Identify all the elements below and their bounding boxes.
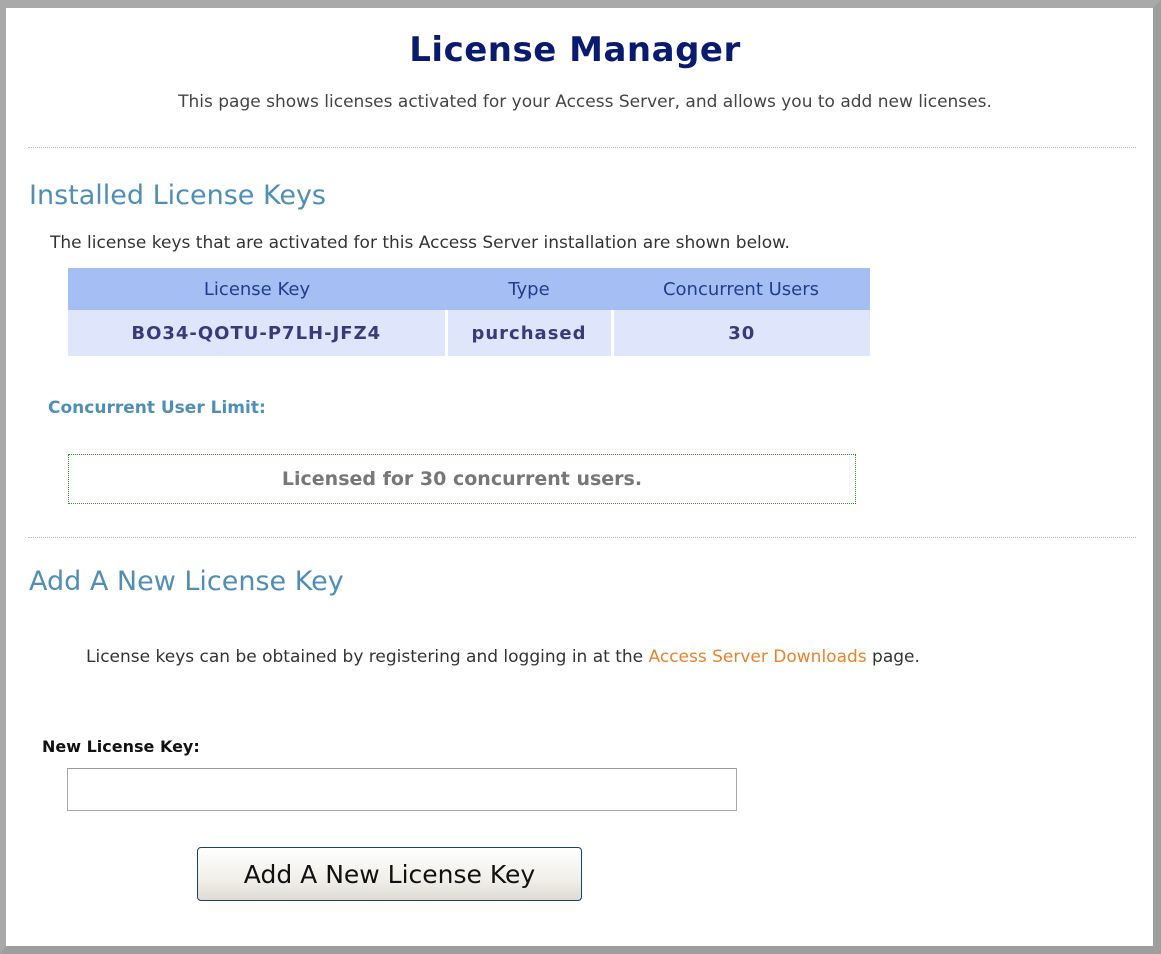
column-header-type: Type <box>446 268 612 310</box>
page-subtitle: This page shows licenses activated for y… <box>178 92 992 112</box>
concurrent-user-limit-label: Concurrent User Limit: <box>48 398 266 418</box>
column-header-concurrent-users: Concurrent Users <box>612 268 870 310</box>
add-key-description-text: License keys can be obtained by register… <box>86 647 649 667</box>
add-key-heading: Add A New License Key <box>29 566 344 597</box>
column-header-license-key: License Key <box>68 268 446 310</box>
new-license-key-input[interactable] <box>67 768 737 811</box>
divider <box>28 537 1136 538</box>
concurrent-user-limit-box: Licensed for 30 concurrent users. <box>68 454 856 504</box>
license-type-cell: purchased <box>444 310 612 356</box>
divider <box>28 147 1136 148</box>
concurrent-users-cell: 30 <box>610 310 870 356</box>
table-header-row: License Key Type Concurrent Users <box>68 268 870 310</box>
add-license-key-button[interactable]: Add A New License Key <box>197 847 582 901</box>
table-row: BO34-QOTU-P7LH-JFZ4 purchased 30 <box>68 310 870 356</box>
add-key-description: License keys can be obtained by register… <box>86 640 1016 674</box>
installed-keys-heading: Installed License Keys <box>29 180 326 211</box>
add-key-description-suffix: page. <box>866 647 920 667</box>
page-title: License Manager <box>409 30 741 70</box>
license-keys-table: License Key Type Concurrent Users BO34-Q… <box>68 268 870 356</box>
access-server-downloads-link[interactable]: Access Server Downloads <box>649 647 867 667</box>
installed-keys-description: The license keys that are activated for … <box>50 233 790 253</box>
new-license-key-label: New License Key: <box>42 737 200 756</box>
license-key-cell: BO34-QOTU-P7LH-JFZ4 <box>68 310 446 356</box>
